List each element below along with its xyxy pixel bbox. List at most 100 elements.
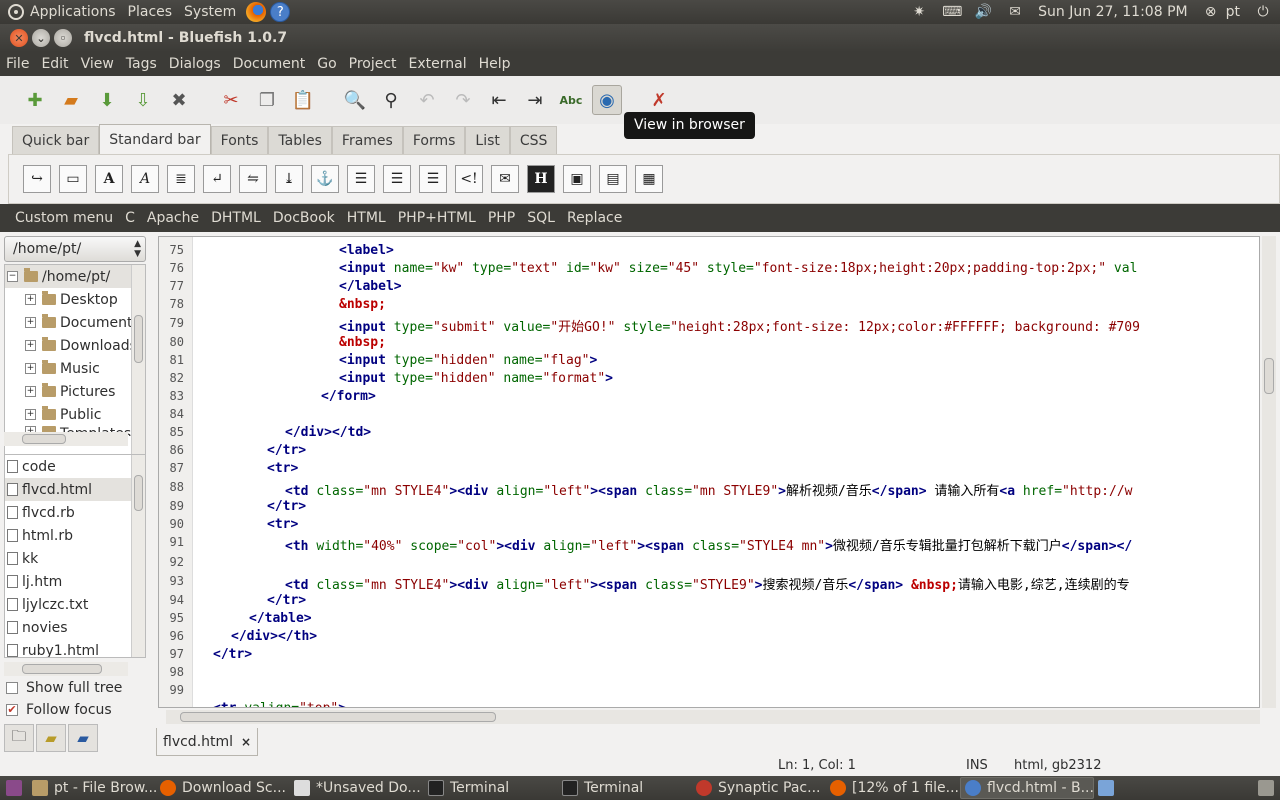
find-icon[interactable]: 🔍 — [340, 85, 370, 115]
taskbar-item[interactable]: Synaptic Pac... — [692, 777, 826, 799]
spellcheck-icon[interactable]: Abc — [556, 85, 586, 115]
taskbar-item[interactable]: pt - File Brow... — [28, 777, 156, 799]
menu-document[interactable]: Document — [227, 56, 312, 72]
menu-file[interactable]: File — [0, 56, 35, 72]
expand-icon[interactable]: + — [25, 294, 36, 305]
menu-edit[interactable]: Edit — [35, 56, 74, 72]
taskbar-item[interactable]: Terminal — [558, 777, 692, 799]
cut-icon[interactable]: ✂ — [216, 85, 246, 115]
custom-menu-html[interactable]: HTML — [341, 210, 392, 226]
paste-icon[interactable]: 📋 — [288, 85, 318, 115]
custom-menu-php-html[interactable]: PHP+HTML — [392, 210, 482, 226]
editor-vscrollbar[interactable] — [1262, 236, 1276, 708]
applications-menu[interactable]: Applications — [24, 0, 122, 24]
places-menu[interactable]: Places — [122, 0, 179, 24]
user-status-icon[interactable]: ⊗ — [1202, 4, 1220, 20]
mail-icon[interactable]: ✉ — [1006, 4, 1024, 20]
files-hscrollbar[interactable] — [4, 662, 128, 676]
align-center-icon[interactable]: ☰ — [383, 165, 411, 193]
paragraph-icon[interactable]: ≣ — [167, 165, 195, 193]
nbsp-icon[interactable]: ⤓ — [275, 165, 303, 193]
comment-icon[interactable]: <! — [455, 165, 483, 193]
tree-hscrollbar[interactable] — [4, 432, 128, 446]
expand-icon[interactable]: + — [25, 409, 36, 420]
list-item[interactable]: ruby1.html — [5, 639, 145, 657]
tree-vscrollbar[interactable] — [131, 265, 145, 463]
undo-icon[interactable]: ↶ — [412, 85, 442, 115]
help-launcher-icon[interactable]: ? — [270, 2, 291, 22]
taskbar-item[interactable]: *Unsaved Do... — [290, 777, 424, 799]
tab-fonts[interactable]: Fonts — [210, 126, 269, 154]
reference-tab-icon[interactable]: ▰ — [68, 724, 98, 752]
follow-focus-checkbox[interactable]: ✔ Follow focus — [6, 702, 112, 718]
email-icon[interactable]: ✉ — [491, 165, 519, 193]
expand-icon[interactable]: + — [25, 363, 36, 374]
open-file-icon[interactable]: ▰ — [56, 85, 86, 115]
menu-view[interactable]: View — [75, 56, 120, 72]
tab-quick-bar[interactable]: Quick bar — [12, 126, 100, 154]
tree-row[interactable]: + Public — [5, 403, 145, 426]
tree-row[interactable]: + Desktop — [5, 288, 145, 311]
tree-row[interactable]: + Pictures — [5, 380, 145, 403]
close-file-icon[interactable]: ✖ — [164, 85, 194, 115]
custom-menu-php[interactable]: PHP — [482, 210, 521, 226]
break-clear-icon[interactable]: ⇋ — [239, 165, 267, 193]
file-list[interactable]: code flvcd.html flvcd.rb html.rb kk lj.h… — [4, 454, 146, 658]
ubuntu-logo-icon[interactable] — [8, 4, 24, 20]
align-left-icon[interactable]: ☰ — [347, 165, 375, 193]
save-icon[interactable]: ⬇ — [92, 85, 122, 115]
menu-dialogs[interactable]: Dialogs — [163, 56, 227, 72]
italic-icon[interactable]: A — [131, 165, 159, 193]
editor-hscroll-thumb[interactable] — [180, 712, 496, 722]
replace-icon[interactable]: ⚲ — [376, 85, 406, 115]
list-item[interactable]: lj.htm — [5, 570, 145, 593]
tree-hscroll-thumb[interactable] — [22, 434, 66, 444]
custom-menu-replace[interactable]: Replace — [561, 210, 628, 226]
files-hscroll-thumb[interactable] — [22, 664, 102, 674]
collapse-icon[interactable]: − — [7, 271, 18, 282]
editor-hscrollbar[interactable] — [166, 710, 1260, 724]
tab-standard-bar[interactable]: Standard bar — [99, 124, 211, 154]
trash-icon[interactable] — [1254, 777, 1280, 799]
checkbox-unchecked-icon[interactable] — [6, 682, 18, 694]
keyboard-icon[interactable]: ⌨ — [942, 4, 962, 20]
taskbar-item[interactable]: [12% of 1 file... — [826, 777, 960, 799]
close-window-button[interactable]: ✕ — [10, 29, 28, 47]
tree-vscroll-thumb[interactable] — [134, 315, 143, 363]
custom-menu-label[interactable]: Custom menu — [9, 210, 119, 226]
tab-list[interactable]: List — [465, 126, 510, 154]
tree-row[interactable]: + Downloads — [5, 334, 145, 357]
insert-image-icon[interactable]: ▣ — [563, 165, 591, 193]
list-item[interactable]: ljylczc.txt — [5, 593, 145, 616]
tree-row[interactable]: + Music — [5, 357, 145, 380]
tab-forms[interactable]: Forms — [402, 126, 466, 154]
expand-icon[interactable]: + — [25, 386, 36, 397]
align-right-icon[interactable]: ☰ — [419, 165, 447, 193]
taskbar-item[interactable]: Terminal — [424, 777, 558, 799]
custom-menu-dhtml[interactable]: DHTML — [205, 210, 267, 226]
tab-css[interactable]: CSS — [509, 126, 558, 154]
unindent-icon[interactable]: ⇤ — [484, 85, 514, 115]
minimize-window-button[interactable]: ⌄ — [32, 29, 50, 47]
menu-project[interactable]: Project — [343, 56, 403, 72]
document-tab[interactable]: flvcd.html × — [156, 728, 259, 756]
body-icon[interactable]: ▭ — [59, 165, 87, 193]
clock[interactable]: Sun Jun 27, 11:08 PM — [1038, 4, 1187, 20]
tree-row[interactable]: + Documents — [5, 311, 145, 334]
list-item[interactable]: flvcd.rb — [5, 501, 145, 524]
code-editor[interactable]: 75 76 77 78 79 80 81 82 83 84 85 86 87 8… — [158, 236, 1260, 708]
network-icon[interactable]: ✷ — [910, 4, 928, 20]
filebrowser-tab-icon[interactable]: 🗀 — [4, 724, 34, 752]
power-icon[interactable]: ⏻ — [1254, 4, 1272, 20]
directory-combo[interactable]: /home/pt/ ▲ ▼ — [4, 236, 146, 262]
redo-icon[interactable]: ↷ — [448, 85, 478, 115]
system-menu[interactable]: System — [178, 0, 242, 24]
bookmarks-tab-icon[interactable]: ▰ — [36, 724, 66, 752]
copy-icon[interactable]: ❐ — [252, 85, 282, 115]
tab-tables[interactable]: Tables — [268, 126, 332, 154]
indent-icon[interactable]: ⇥ — [520, 85, 550, 115]
break-icon[interactable]: ↵ — [203, 165, 231, 193]
maximize-window-button[interactable]: ◦ — [54, 29, 72, 47]
menu-go[interactable]: Go — [311, 56, 342, 72]
custom-menu-apache[interactable]: Apache — [141, 210, 205, 226]
